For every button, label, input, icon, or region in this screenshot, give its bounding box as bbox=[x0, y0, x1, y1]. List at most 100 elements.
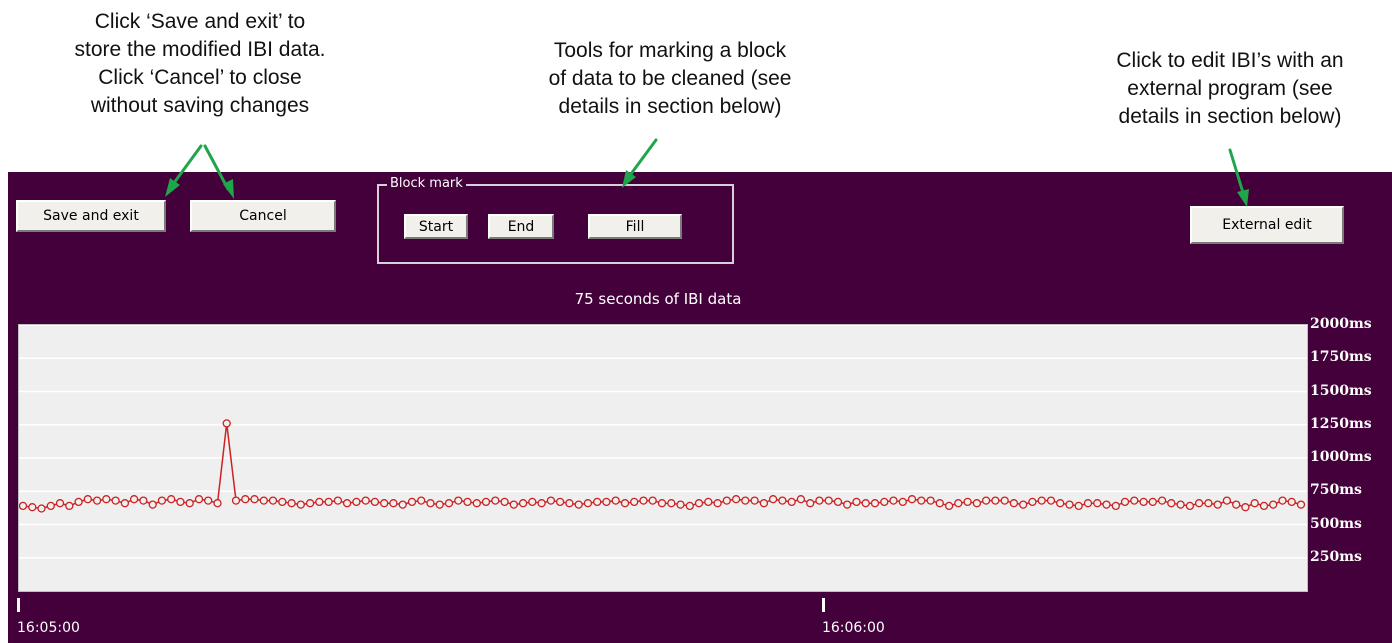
ibi-data-point[interactable] bbox=[1259, 501, 1269, 511]
ibi-data-point[interactable] bbox=[241, 495, 250, 504]
ibi-data-point[interactable] bbox=[352, 497, 361, 507]
ibi-data-point[interactable] bbox=[583, 499, 593, 508]
ibi-data-point[interactable] bbox=[1139, 497, 1148, 507]
ibi-data-point[interactable] bbox=[129, 495, 139, 504]
ibi-data-point[interactable] bbox=[991, 496, 1000, 505]
ibi-data-point[interactable] bbox=[1065, 500, 1074, 509]
ibi-data-point[interactable] bbox=[806, 499, 815, 508]
ibi-data-point[interactable] bbox=[176, 497, 185, 507]
ibi-data-point[interactable] bbox=[148, 500, 157, 509]
ibi-data-point[interactable] bbox=[889, 496, 898, 505]
ibi-data-point[interactable] bbox=[518, 499, 528, 508]
ibi-data-point[interactable] bbox=[315, 497, 324, 507]
ibi-data-point[interactable] bbox=[370, 497, 380, 507]
ibi-data-point[interactable] bbox=[1287, 497, 1296, 507]
ibi-data-point[interactable] bbox=[481, 497, 491, 507]
ibi-data-point[interactable] bbox=[231, 496, 241, 505]
ibi-data-point[interactable] bbox=[759, 499, 769, 508]
ibi-data-point[interactable] bbox=[55, 499, 65, 508]
ibi-data-point[interactable] bbox=[204, 496, 213, 505]
ibi-data-point[interactable] bbox=[194, 495, 204, 504]
ibi-data-point[interactable] bbox=[83, 495, 92, 504]
ibi-data-point[interactable] bbox=[1241, 503, 1250, 512]
ibi-data-point[interactable] bbox=[167, 495, 176, 504]
ibi-data-point[interactable] bbox=[491, 496, 500, 505]
ibi-data-point[interactable] bbox=[454, 496, 463, 505]
ibi-data-point[interactable] bbox=[296, 500, 305, 509]
ibi-data-point[interactable] bbox=[898, 497, 907, 507]
ibi-data-point[interactable] bbox=[500, 497, 509, 507]
ibi-data-point[interactable] bbox=[213, 499, 222, 508]
ibi-data-point[interactable] bbox=[648, 496, 657, 505]
ibi-data-point[interactable] bbox=[19, 501, 28, 511]
ibi-data-point[interactable] bbox=[1250, 499, 1259, 508]
ibi-data-point[interactable] bbox=[426, 499, 435, 508]
ibi-data-point[interactable] bbox=[565, 499, 574, 508]
ibi-data-point[interactable] bbox=[593, 497, 602, 507]
ibi-data-point[interactable] bbox=[102, 495, 111, 504]
ibi-data-point[interactable] bbox=[778, 496, 787, 505]
ibi-data-point[interactable] bbox=[917, 496, 926, 505]
block-start-button[interactable]: Start bbox=[404, 214, 468, 239]
ibi-data-point[interactable] bbox=[1278, 496, 1287, 505]
ibi-data-point[interactable] bbox=[1185, 501, 1195, 511]
ibi-data-point[interactable] bbox=[768, 495, 778, 504]
ibi-data-point[interactable] bbox=[157, 496, 167, 505]
ibi-data-point[interactable] bbox=[509, 500, 518, 509]
ibi-data-point[interactable] bbox=[1296, 500, 1306, 509]
ibi-data-point[interactable] bbox=[880, 497, 889, 507]
save-and-exit-button[interactable]: Save and exit bbox=[16, 200, 166, 232]
ibi-data-point[interactable] bbox=[824, 496, 833, 505]
ibi-data-point[interactable] bbox=[722, 496, 731, 505]
ibi-data-point[interactable] bbox=[741, 496, 750, 505]
ibi-data-point[interactable] bbox=[250, 495, 259, 504]
ibi-data-point[interactable] bbox=[546, 496, 556, 505]
ibi-data-point[interactable] bbox=[731, 495, 741, 504]
ibi-data-point[interactable] bbox=[870, 499, 880, 508]
ibi-data-point[interactable] bbox=[185, 499, 194, 508]
ibi-data-point[interactable] bbox=[389, 499, 398, 508]
ibi-data-point[interactable] bbox=[139, 496, 148, 505]
ibi-data-point[interactable] bbox=[954, 499, 963, 508]
ibi-data-point[interactable] bbox=[935, 499, 944, 508]
ibi-data-point[interactable] bbox=[1194, 499, 1204, 508]
ibi-data-point[interactable] bbox=[861, 499, 870, 508]
ibi-data-point[interactable] bbox=[574, 500, 583, 509]
ibi-data-point[interactable] bbox=[305, 499, 315, 508]
ibi-data-point[interactable] bbox=[1083, 499, 1093, 508]
ibi-data-point[interactable] bbox=[750, 496, 759, 505]
ibi-data-point[interactable] bbox=[120, 499, 130, 508]
ibi-data-point[interactable] bbox=[1269, 500, 1278, 509]
block-fill-button[interactable]: Fill bbox=[588, 214, 682, 239]
ibi-data-point[interactable] bbox=[713, 499, 722, 508]
ibi-data-point[interactable] bbox=[833, 497, 843, 507]
ibi-data-point[interactable] bbox=[472, 499, 481, 508]
ibi-data-point[interactable] bbox=[963, 497, 972, 507]
ibi-data-point[interactable] bbox=[981, 496, 991, 505]
ibi-data-point[interactable] bbox=[1120, 497, 1130, 507]
ibi-data-point[interactable] bbox=[972, 499, 982, 508]
cancel-button[interactable]: Cancel bbox=[190, 200, 336, 232]
ibi-data-point[interactable] bbox=[852, 497, 861, 507]
ibi-data-point[interactable] bbox=[259, 496, 268, 505]
ibi-data-point[interactable] bbox=[1213, 500, 1222, 509]
ibi-data-point[interactable] bbox=[1009, 499, 1019, 508]
ibi-data-point[interactable] bbox=[1157, 496, 1167, 505]
ibi-data-point[interactable] bbox=[28, 503, 37, 512]
ibi-data-point[interactable] bbox=[787, 497, 796, 507]
ibi-data-point[interactable] bbox=[268, 496, 278, 505]
ibi-data-point[interactable] bbox=[435, 500, 444, 509]
ibi-data-point[interactable] bbox=[1176, 500, 1185, 509]
ibi-data-point[interactable] bbox=[611, 496, 620, 505]
ibi-data-point[interactable] bbox=[46, 501, 55, 511]
ibi-data-point[interactable] bbox=[1074, 501, 1083, 511]
ibi-data-point[interactable] bbox=[1148, 497, 1157, 507]
ibi-data-point[interactable] bbox=[620, 499, 630, 508]
ibi-data-point[interactable] bbox=[380, 499, 389, 508]
ibi-data-point[interactable] bbox=[657, 499, 667, 508]
ibi-data-point[interactable] bbox=[694, 499, 704, 508]
ibi-data-point[interactable] bbox=[444, 499, 454, 508]
ibi-data-point[interactable] bbox=[324, 497, 333, 507]
ibi-data-point[interactable] bbox=[685, 501, 694, 511]
ibi-data-point[interactable] bbox=[1204, 499, 1213, 508]
